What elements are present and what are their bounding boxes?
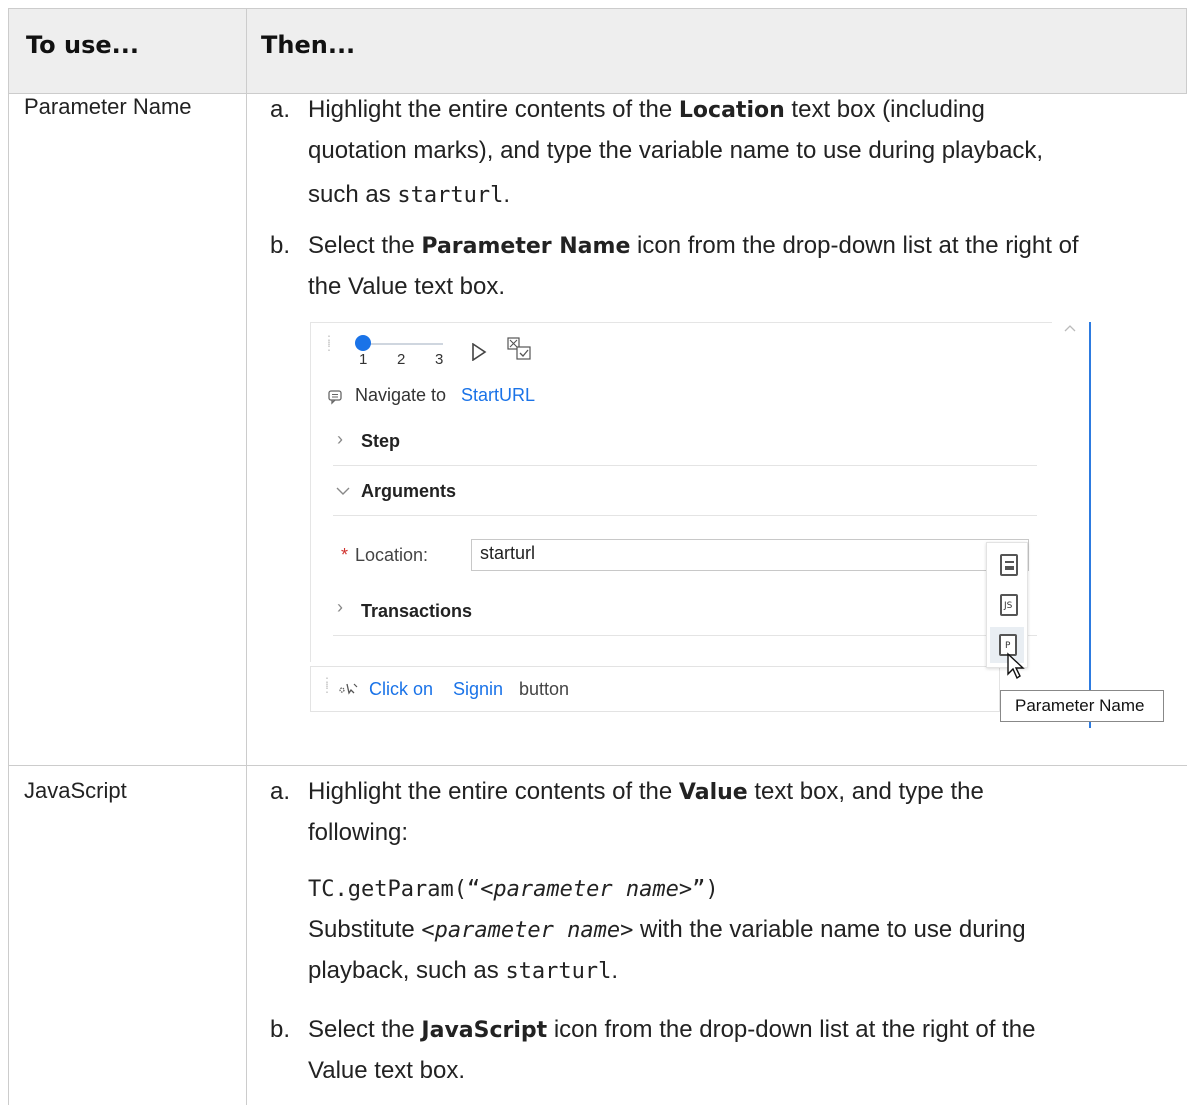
code-placeholder: <parameter name> bbox=[480, 877, 693, 902]
section-transactions[interactable]: Transactions bbox=[361, 601, 472, 622]
step-bold: Location bbox=[678, 98, 785, 123]
compare-icon[interactable] bbox=[507, 337, 533, 361]
column-divider bbox=[246, 8, 247, 1105]
step-bold: Parameter Name bbox=[421, 234, 631, 259]
next-step-panel: ⋮ ⋮ Click on Signin button bbox=[310, 666, 1000, 712]
signin-link[interactable]: Signin bbox=[453, 679, 503, 700]
step-bold: JavaScript bbox=[421, 1018, 548, 1043]
step-text: Select the bbox=[308, 232, 422, 259]
row-label-parameter-name: Parameter Name bbox=[24, 94, 192, 119]
slider-knob[interactable] bbox=[355, 335, 371, 351]
divider bbox=[333, 465, 1037, 466]
step-text: Substitute bbox=[308, 916, 422, 943]
step-text: . bbox=[611, 957, 619, 984]
step-letter: b. bbox=[270, 232, 291, 259]
location-input[interactable]: starturl bbox=[471, 539, 1029, 571]
scrollbar[interactable] bbox=[1052, 322, 1088, 728]
step-text: Value text box. bbox=[308, 1057, 465, 1084]
step-text: Highlight the entire contents of the bbox=[308, 96, 679, 123]
header-then: Then... bbox=[261, 31, 356, 59]
value-type-dropdown[interactable]: JS P bbox=[986, 542, 1028, 668]
step-text: with the variable name to use during bbox=[633, 916, 1026, 943]
step-text: icon from the drop-down list at the righ… bbox=[547, 1016, 1036, 1043]
step-text: . bbox=[503, 181, 511, 208]
code-starturl: starturl bbox=[505, 959, 612, 984]
divider bbox=[333, 515, 1037, 516]
starturl-link[interactable]: StartURL bbox=[461, 385, 535, 406]
step-text: icon from the drop-down list at the righ… bbox=[630, 232, 1079, 259]
plain-text-option[interactable] bbox=[995, 551, 1019, 579]
location-value: starturl bbox=[480, 543, 536, 563]
row-divider bbox=[8, 765, 1187, 766]
code-text: TC.getParam(“ bbox=[308, 877, 481, 902]
step-text: such as bbox=[308, 181, 398, 208]
step-bold: Value bbox=[678, 780, 748, 805]
code-placeholder: <parameter name> bbox=[421, 918, 634, 943]
mouse-cursor-icon bbox=[1007, 652, 1025, 680]
chevron-right-icon[interactable]: › bbox=[337, 597, 343, 618]
required-marker: * bbox=[341, 545, 349, 565]
step-text: quotation marks), and type the variable … bbox=[308, 137, 1044, 164]
table-border-left bbox=[8, 8, 9, 1105]
slider-label: 1 bbox=[359, 351, 368, 368]
step-text: following: bbox=[308, 819, 409, 846]
step-text: text box, and type the bbox=[747, 778, 984, 805]
step-text: the Value text box. bbox=[308, 273, 506, 300]
chevron-right-icon[interactable]: › bbox=[337, 429, 343, 450]
location-label: Location: bbox=[355, 545, 429, 565]
click-on-label: Click on bbox=[369, 679, 434, 699]
comment-icon bbox=[328, 390, 342, 405]
code-text: ”) bbox=[692, 877, 719, 902]
step-text: playback, such as bbox=[308, 957, 506, 984]
scrollbar-edge bbox=[1089, 322, 1091, 728]
step-panel: ⋮ ⋮ 1 2 3 Navigate to StartURL › Step Arg… bbox=[310, 322, 1080, 662]
step-text: Select the bbox=[308, 1016, 422, 1043]
code-starturl: starturl bbox=[397, 183, 504, 208]
chevron-down-icon[interactable] bbox=[335, 485, 351, 497]
slider-track[interactable] bbox=[361, 343, 443, 345]
step-1b: b. Select the Parameter Name icon from t… bbox=[270, 226, 1178, 307]
step-letter: b. bbox=[270, 1016, 291, 1043]
step-text: text box (including bbox=[784, 96, 985, 123]
button-label: button bbox=[519, 679, 570, 699]
step-1a: a. Highlight the entire contents of the … bbox=[270, 90, 1178, 219]
step-2a: a. Highlight the entire contents of the … bbox=[270, 772, 1178, 992]
drag-handle-icon[interactable]: ⋮ ⋮ bbox=[323, 334, 335, 352]
javascript-icon: JS bbox=[1000, 594, 1018, 616]
slider-label: 3 bbox=[435, 351, 444, 368]
slider-label: 2 bbox=[397, 351, 406, 368]
navigate-label: Navigate to bbox=[355, 385, 447, 405]
divider bbox=[333, 635, 1037, 636]
scroll-up-icon[interactable] bbox=[1064, 324, 1076, 332]
table-header: To use... Then... bbox=[8, 8, 1187, 94]
tooltip: Parameter Name bbox=[1000, 690, 1164, 722]
click-icon bbox=[339, 683, 358, 695]
embedded-screenshot: ⋮ ⋮ 1 2 3 Navigate to StartURL › Step Arg… bbox=[310, 322, 1164, 728]
section-step[interactable]: Step bbox=[361, 431, 400, 452]
section-arguments[interactable]: Arguments bbox=[361, 481, 456, 502]
play-icon[interactable] bbox=[471, 343, 487, 361]
header-to-use: To use... bbox=[26, 31, 140, 59]
row-label-javascript: JavaScript bbox=[24, 778, 127, 803]
code-line: TC.getParam(“<parameter name>”) bbox=[308, 869, 1178, 910]
javascript-option[interactable]: JS bbox=[995, 591, 1019, 619]
step-text: Highlight the entire contents of the bbox=[308, 778, 679, 805]
drag-handle-icon[interactable]: ⋮ ⋮ bbox=[321, 676, 333, 694]
document-icon bbox=[1000, 554, 1018, 576]
step-letter: a. bbox=[270, 778, 291, 805]
step-2b: b. Select the JavaScript icon from the d… bbox=[270, 1010, 1178, 1091]
step-letter: a. bbox=[270, 96, 291, 123]
